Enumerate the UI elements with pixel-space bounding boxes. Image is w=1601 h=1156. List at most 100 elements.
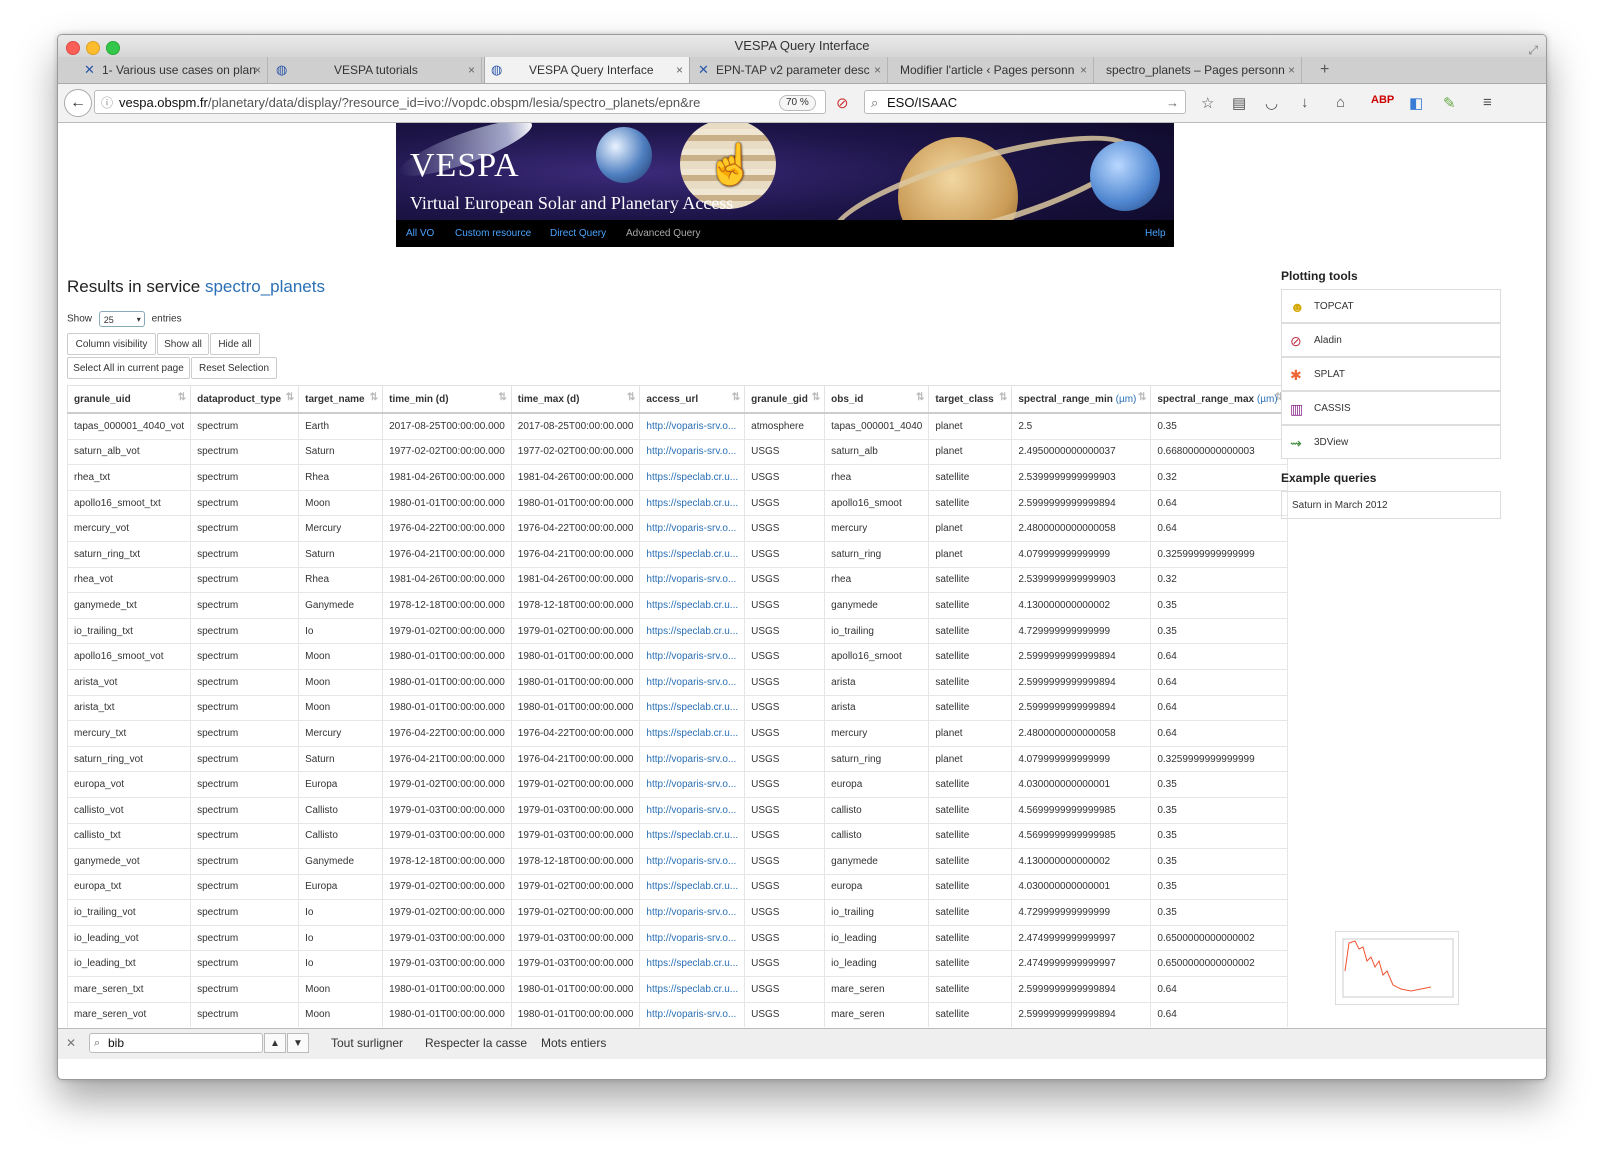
access-url-link[interactable]: http://voparis-srv.o... xyxy=(639,668,746,696)
column-header-dataproduct-type[interactable]: dataproduct_type ⇅ xyxy=(190,385,300,414)
no-script-icon[interactable]: ⊘ xyxy=(836,94,849,112)
table-row[interactable]: arista_txt spectrum Moon 1980-01-01T00:00:0… xyxy=(66,694,1289,722)
access-url-link[interactable]: http://voparis-srv.o... xyxy=(639,566,746,594)
column-header-target-name[interactable]: target_name ⇅ xyxy=(298,385,384,414)
access-url-link[interactable]: https://speclab.cr.u... xyxy=(639,950,746,978)
sort-icon[interactable]: ⇅ xyxy=(178,392,186,403)
home-icon[interactable]: ⌂ xyxy=(1336,94,1345,111)
nav-advanced-query[interactable]: Advanced Query xyxy=(626,220,701,247)
access-url-link[interactable]: https://speclab.cr.u... xyxy=(639,720,746,747)
table-row[interactable]: io_leading_txt spectrum Io 1979-01-03T00:00… xyxy=(66,950,1289,978)
example-query-saturn[interactable]: Saturn in March 2012 xyxy=(1281,491,1501,519)
bookmark-star-icon[interactable]: ☆ xyxy=(1201,94,1214,112)
tool-aladin[interactable]: ⊘ Aladin xyxy=(1281,323,1501,357)
zoom-level-badge[interactable]: 70 % xyxy=(779,95,816,111)
extension-icon[interactable]: ◧ xyxy=(1409,94,1423,112)
table-row[interactable]: rhea_vot spectrum Rhea 1981-04-26T00:00:00.… xyxy=(66,566,1289,594)
table-row[interactable]: ganymede_txt spectrum Ganymede 1978-12-18T0… xyxy=(66,592,1289,619)
addon-icon[interactable]: ✎ xyxy=(1443,94,1456,112)
tab-use-cases[interactable]: ✕ 1- Various use cases on plan × xyxy=(78,57,268,83)
nav-custom-resource[interactable]: Custom resource xyxy=(455,220,531,247)
access-url-link[interactable]: http://voparis-srv.o... xyxy=(639,848,746,875)
access-url-link[interactable]: http://voparis-srv.o... xyxy=(639,745,746,773)
entries-select[interactable]: 25 ▾ xyxy=(98,311,145,327)
go-arrow-icon[interactable]: → xyxy=(1166,91,1179,115)
column-header-spectral-range-min[interactable]: spectral_range_min (µm) ⇅ xyxy=(1011,385,1152,414)
show-all-button[interactable]: Show all xyxy=(157,333,209,355)
access-url-link[interactable]: https://speclab.cr.u... xyxy=(639,822,746,850)
sort-icon[interactable]: ⇅ xyxy=(916,392,924,403)
find-previous-button[interactable]: ▲ xyxy=(264,1033,286,1053)
table-row[interactable]: tapas_000001_4040_vot spectrum Earth 2017-0… xyxy=(66,412,1289,440)
access-url-link[interactable]: http://voparis-srv.o... xyxy=(639,796,746,824)
sort-icon[interactable]: ⇅ xyxy=(732,392,740,403)
tab-close-icon[interactable]: × xyxy=(676,57,683,83)
sort-icon[interactable]: ⇅ xyxy=(999,392,1007,403)
nav-help[interactable]: Help xyxy=(1145,220,1166,247)
sort-icon[interactable]: ⇅ xyxy=(1138,392,1146,403)
access-url-link[interactable]: https://speclab.cr.u... xyxy=(639,489,746,517)
reading-list-icon[interactable]: ▤ xyxy=(1232,94,1246,112)
table-row[interactable]: apollo16_smoot_txt spectrum Moon 1980-01-01… xyxy=(66,489,1289,517)
access-url-link[interactable]: http://voparis-srv.o... xyxy=(639,899,746,926)
column-header-time-min-d[interactable]: time_min (d) ⇅ xyxy=(382,385,512,414)
service-link[interactable]: spectro_planets xyxy=(205,277,325,296)
hide-all-button[interactable]: Hide all xyxy=(210,333,260,355)
column-header-target-class[interactable]: target_class ⇅ xyxy=(928,385,1013,414)
access-url-link[interactable]: https://speclab.cr.u... xyxy=(639,464,746,491)
table-row[interactable]: mercury_txt spectrum Mercury 1976-04-22T00:… xyxy=(66,720,1289,747)
sort-icon[interactable]: ⇅ xyxy=(812,392,820,403)
table-row[interactable]: saturn_ring_vot spectrum Saturn 1976-04-21T… xyxy=(66,745,1289,773)
table-row[interactable]: io_leading_vot spectrum Io 1979-01-03T00:00… xyxy=(66,924,1289,952)
close-window-button[interactable] xyxy=(66,41,80,55)
sort-icon[interactable]: ⇅ xyxy=(370,392,378,403)
table-row[interactable]: mercury_vot spectrum Mercury 1976-04-22T00:… xyxy=(66,515,1289,542)
tab-close-icon[interactable]: × xyxy=(468,57,475,83)
access-url-link[interactable]: http://voparis-srv.o... xyxy=(639,924,746,952)
access-url-link[interactable]: https://speclab.cr.u... xyxy=(639,592,746,619)
match-case-toggle[interactable]: Respecter la casse xyxy=(425,1036,527,1050)
url-bar[interactable]: ⓘ vespa.obspm.fr/planetary/data/display/… xyxy=(94,90,826,114)
access-url-link[interactable]: http://voparis-srv.o... xyxy=(639,515,746,542)
nav-all-vo[interactable]: All VO xyxy=(406,220,434,247)
access-url-link[interactable]: http://voparis-srv.o... xyxy=(639,771,746,798)
download-icon[interactable]: ↓ xyxy=(1301,94,1309,111)
highlight-all-toggle[interactable]: Tout surligner xyxy=(331,1036,403,1050)
tab-modifier-article[interactable]: Modifier l'article ‹ Pages personn × xyxy=(890,57,1094,83)
close-icon[interactable]: ✕ xyxy=(66,1036,76,1050)
tool-splat[interactable]: ✱ SPLAT xyxy=(1281,357,1501,391)
table-row[interactable]: europa_vot spectrum Europa 1979-01-02T00:00… xyxy=(66,771,1289,798)
table-row[interactable]: callisto_txt spectrum Callisto 1979-01-03T0… xyxy=(66,822,1289,850)
access-url-link[interactable]: https://speclab.cr.u... xyxy=(639,976,746,1003)
table-row[interactable]: mare_seren_vot spectrum Moon 1980-01-01T00:… xyxy=(66,1001,1289,1027)
search-input[interactable]: ⌕ ESO/ISAAC → xyxy=(864,90,1186,114)
column-visibility-button[interactable]: Column visibility xyxy=(67,333,156,355)
table-row[interactable]: io_trailing_vot spectrum Io 1979-01-02T00:0… xyxy=(66,899,1289,926)
access-url-link[interactable]: https://speclab.cr.u... xyxy=(639,873,746,901)
column-header-granule-gid[interactable]: granule_gid ⇅ xyxy=(744,385,826,414)
new-tab-icon[interactable]: + xyxy=(1320,57,1329,83)
tool-3dview[interactable]: ⇝ 3DView xyxy=(1281,425,1501,459)
column-header-access-url[interactable]: access_url ⇅ xyxy=(639,385,746,414)
column-header-granule-uid[interactable]: granule_uid ⇅ xyxy=(66,385,192,414)
access-url-link[interactable]: http://voparis-srv.o... xyxy=(639,1001,746,1027)
table-row[interactable]: mare_seren_txt spectrum Moon 1980-01-01T00:… xyxy=(66,976,1289,1003)
table-row[interactable]: arista_vot spectrum Moon 1980-01-01T00:00:0… xyxy=(66,668,1289,696)
select-all-page-button[interactable]: Select All in current page xyxy=(67,357,190,379)
sort-icon[interactable]: ⇅ xyxy=(286,392,294,403)
column-header-obs-id[interactable]: obs_id ⇅ xyxy=(824,385,930,414)
table-row[interactable]: apollo16_smoot_vot spectrum Moon 1980-01-01… xyxy=(66,643,1289,670)
sort-icon[interactable]: ⇅ xyxy=(498,392,506,403)
access-url-link[interactable]: https://speclab.cr.u... xyxy=(639,540,746,568)
tab-vespa-query[interactable]: ◍ VESPA Query Interface × xyxy=(484,57,690,83)
info-icon[interactable]: ⓘ xyxy=(101,91,113,113)
zoom-window-button[interactable] xyxy=(106,41,120,55)
table-row[interactable]: io_trailing_txt spectrum Io 1979-01-02T00:0… xyxy=(66,617,1289,645)
reset-selection-button[interactable]: Reset Selection xyxy=(191,357,277,379)
column-header-spectral-range-max[interactable]: spectral_range_max (µm) ⇅ xyxy=(1150,385,1289,414)
tab-epn-tap[interactable]: ✕ EPN-TAP v2 parameter desc × xyxy=(692,57,888,83)
whole-words-toggle[interactable]: Mots entiers xyxy=(541,1036,606,1050)
spectrum-thumbnail[interactable] xyxy=(1335,931,1459,1005)
access-url-link[interactable]: http://voparis-srv.o... xyxy=(639,643,746,670)
column-header-time-max-d[interactable]: time_max (d) ⇅ xyxy=(510,385,641,414)
